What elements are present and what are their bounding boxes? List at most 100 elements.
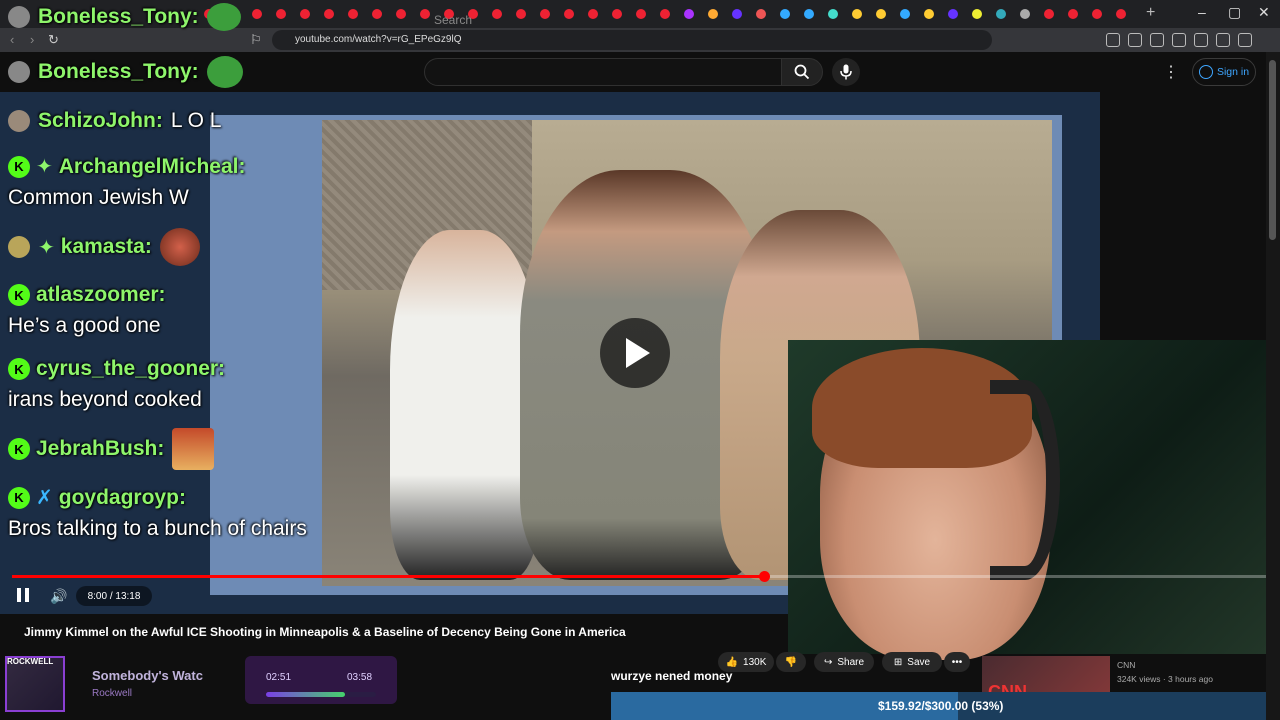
tab[interactable]	[848, 5, 866, 23]
save-label: Save	[907, 656, 931, 668]
tab[interactable]	[920, 5, 938, 23]
search-placeholder: Search	[434, 13, 473, 27]
sparkle-badge-icon: ✦	[36, 156, 53, 178]
extension-icon[interactable]	[1216, 33, 1230, 47]
minimize-icon[interactable]: –	[1198, 4, 1206, 20]
search-icon	[794, 64, 810, 80]
tab[interactable]	[656, 5, 674, 23]
mic-icon	[840, 64, 852, 80]
tab[interactable]	[752, 5, 770, 23]
tab[interactable]	[608, 5, 626, 23]
bookmark-icon[interactable]: ⚐	[250, 32, 262, 48]
tab[interactable]	[416, 5, 434, 23]
tab[interactable]	[992, 5, 1010, 23]
chat-message: Boneless_Tony:	[8, 3, 241, 31]
chat-username: ArchangelMicheal:	[58, 154, 246, 178]
progress-bar[interactable]	[12, 571, 1266, 582]
account-icon	[1198, 65, 1213, 79]
emote-icon	[206, 3, 241, 31]
tab[interactable]	[272, 5, 290, 23]
extension-icon[interactable]	[1106, 33, 1120, 47]
tab[interactable]	[944, 5, 962, 23]
scrollbar-thumb[interactable]	[1269, 60, 1276, 240]
tab[interactable]	[896, 5, 914, 23]
tab[interactable]	[1088, 5, 1106, 23]
dislike-button[interactable]: 👎	[776, 652, 806, 672]
tab[interactable]	[800, 5, 818, 23]
extension-icon[interactable]	[1172, 33, 1186, 47]
tab[interactable]	[872, 5, 890, 23]
tab[interactable]	[320, 5, 338, 23]
save-button[interactable]: ⊞ Save	[882, 652, 942, 672]
share-button[interactable]: ↪ Share	[814, 652, 874, 672]
headset	[990, 380, 1060, 580]
song-title: Somebody's Watc	[92, 668, 203, 683]
tab[interactable]	[1064, 5, 1082, 23]
emote-icon	[206, 56, 243, 88]
chat-message: K ✗ goydagroyp:	[8, 485, 186, 510]
thumbs-up-icon: 👍	[725, 656, 739, 668]
tab[interactable]	[296, 5, 314, 23]
chat-text: Bros talking to a bunch of chairs	[8, 517, 307, 540]
tab[interactable]	[560, 5, 578, 23]
pause-button[interactable]	[17, 588, 29, 602]
album-art-label: ROCKWELL	[7, 657, 54, 666]
progress-played	[12, 575, 765, 578]
tab[interactable]	[704, 5, 722, 23]
chat-message: K ✦ ArchangelMicheal:	[8, 154, 245, 179]
sign-in-button[interactable]: Sign in	[1192, 58, 1256, 86]
tab[interactable]	[680, 5, 698, 23]
recommended-channel[interactable]: CNN	[1117, 660, 1135, 670]
video-title: Jimmy Kimmel on the Awful ICE Shooting i…	[24, 625, 626, 639]
extension-icon[interactable]	[1128, 33, 1142, 47]
tab[interactable]	[344, 5, 362, 23]
chat-avatar	[8, 61, 30, 83]
tab[interactable]	[1112, 5, 1130, 23]
chat-message: K atlaszoomer:	[8, 283, 166, 307]
voice-search-button[interactable]	[832, 58, 860, 86]
tab[interactable]	[392, 5, 410, 23]
tab[interactable]	[968, 5, 986, 23]
song-progress-fill	[266, 692, 346, 697]
browser-toolbar: ‹ › ↻ ⚐ youtube.com/watch?v=rG_EPeGz9lQ	[0, 28, 1280, 52]
maximize-icon[interactable]: ▢	[1228, 4, 1241, 21]
tab[interactable]	[368, 5, 386, 23]
tab[interactable]	[584, 5, 602, 23]
url-text: youtube.com/watch?v=rG_EPeGz9lQ	[295, 34, 462, 45]
extension-icon[interactable]	[1238, 33, 1252, 47]
emote-icon	[159, 228, 200, 266]
song-progress-bar	[266, 692, 376, 697]
reload-icon[interactable]: ↻	[48, 32, 59, 48]
tab[interactable]	[728, 5, 746, 23]
back-icon[interactable]: ‹	[10, 32, 14, 47]
tab[interactable]	[824, 5, 842, 23]
save-icon: ⊞	[893, 656, 903, 668]
video-person	[390, 230, 540, 580]
new-tab-icon[interactable]: +	[1146, 4, 1155, 22]
play-button[interactable]	[600, 318, 670, 388]
volume-icon[interactable]: 🔊	[50, 588, 67, 605]
close-icon[interactable]: ✕	[1258, 4, 1270, 21]
more-options-icon[interactable]: ⋮	[1163, 62, 1179, 82]
search-button[interactable]	[781, 58, 823, 86]
more-actions-button[interactable]: •••	[944, 652, 970, 672]
tab[interactable]	[776, 5, 794, 23]
chat-message: ✦ kamasta:	[8, 228, 200, 266]
tab[interactable]	[248, 5, 266, 23]
tab[interactable]	[512, 5, 530, 23]
more-horizontal-icon: •••	[951, 656, 963, 668]
tab[interactable]	[632, 5, 650, 23]
chat-message-body: He’s a good one	[8, 314, 161, 338]
tab[interactable]	[1040, 5, 1058, 23]
chat-text: L O L	[170, 109, 222, 132]
time-display: 8:00 / 13:18	[76, 586, 152, 606]
chat-message: Boneless_Tony:	[8, 56, 243, 88]
kick-badge-icon: K	[8, 486, 30, 509]
tab[interactable]	[1016, 5, 1034, 23]
tab[interactable]	[488, 5, 506, 23]
tab[interactable]	[536, 5, 554, 23]
search-input[interactable]	[424, 58, 782, 86]
forward-icon[interactable]: ›	[30, 32, 34, 47]
extension-icon[interactable]	[1194, 33, 1208, 47]
extension-icon[interactable]	[1150, 33, 1164, 47]
